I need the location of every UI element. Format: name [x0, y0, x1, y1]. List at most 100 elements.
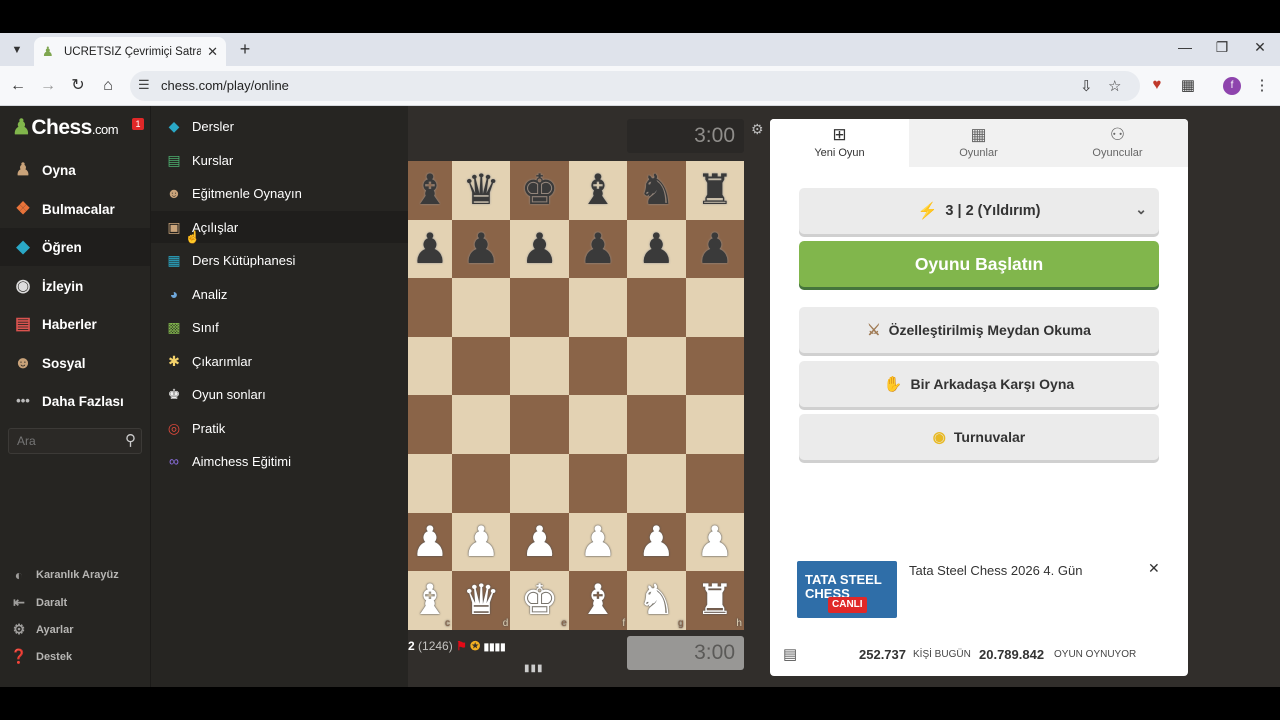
chat-icon[interactable]: ▤: [783, 645, 797, 663]
player-name[interactable]: 2: [408, 639, 415, 653]
collapse-button[interactable]: ⇤ Daralt: [10, 594, 67, 611]
square-black-pawn[interactable]: ♟: [627, 219, 686, 279]
menu-item-library[interactable]: ▦ Ders Kütüphanesi: [151, 244, 409, 276]
close-icon[interactable]: ✕: [1148, 560, 1160, 577]
tab-search-icon[interactable]: ▼: [6, 39, 28, 61]
nav-item-news[interactable]: ▤ Haberler: [0, 305, 150, 343]
nav-item-watch[interactable]: ◉ İzleyin: [0, 267, 150, 305]
install-app-icon[interactable]: ⇩: [1080, 77, 1093, 95]
chess-board[interactable]: ♝ ♛ ♚ ♝ ♞ ♜ ♟ ♟ ♟ ♟ ♟ ♟ ♟ ♟ ♟ ♟ ♟ ♟ ♝ c …: [408, 161, 744, 630]
empty-square[interactable]: [627, 395, 686, 454]
nav-item-more[interactable]: ••• Daha Fazlası: [0, 382, 150, 420]
square-white-knight[interactable]: ♞ g: [627, 571, 686, 630]
reload-icon[interactable]: ↻: [68, 76, 88, 96]
restore-icon[interactable]: ❐: [1210, 39, 1234, 56]
empty-square[interactable]: [451, 395, 511, 454]
notification-badge[interactable]: 1: [132, 118, 144, 130]
bookmark-star-icon[interactable]: ☆: [1108, 77, 1121, 95]
nav-item-learn[interactable]: ◆ Öğren: [0, 228, 150, 266]
menu-item-practice[interactable]: ◎ Pratik: [151, 412, 409, 444]
start-game-button[interactable]: Oyunu Başlatın: [799, 241, 1159, 287]
menu-item-courses[interactable]: ▤ Kurslar: [151, 144, 409, 176]
square-white-rook[interactable]: ♜ h: [685, 571, 744, 630]
square-black-pawn[interactable]: ♟: [568, 219, 628, 279]
empty-square[interactable]: [685, 278, 744, 337]
nav-item-social[interactable]: ☻ Sosyal: [0, 344, 150, 382]
square-black-pawn[interactable]: ♟: [685, 219, 744, 279]
square-white-bishop[interactable]: ♝ f: [568, 571, 628, 630]
empty-square[interactable]: [627, 278, 686, 337]
menu-item-aimchess[interactable]: ∞ Aimchess Eğitimi: [151, 445, 409, 477]
empty-square[interactable]: [408, 395, 452, 454]
empty-square[interactable]: [408, 453, 452, 513]
empty-square[interactable]: [568, 453, 628, 513]
news-thumbnail[interactable]: TATA STEEL CHESS CANLI: [797, 561, 897, 618]
square-white-pawn[interactable]: ♟: [451, 512, 511, 572]
home-icon[interactable]: ⌂: [98, 76, 118, 96]
square-black-rook[interactable]: ♜: [685, 161, 744, 220]
extension-shield-icon[interactable]: ♥: [1147, 76, 1167, 93]
extensions-icon[interactable]: ▦: [1178, 76, 1198, 94]
square-white-bishop[interactable]: ♝ c: [408, 571, 452, 630]
search-icon[interactable]: ⚲: [125, 431, 136, 449]
news-title[interactable]: Tata Steel Chess 2026 4. Gün: [909, 563, 1082, 578]
empty-square[interactable]: [510, 395, 569, 454]
square-black-pawn[interactable]: ♟: [510, 219, 569, 279]
play-friend-button[interactable]: ✋ Bir Arkadaşa Karşı Oyna: [799, 361, 1159, 407]
site-info-icon[interactable]: ☰: [138, 77, 150, 93]
empty-square[interactable]: [451, 453, 511, 513]
square-black-bishop[interactable]: ♝: [568, 161, 628, 220]
menu-item-coach[interactable]: ☻ Eğitmenle Oynayın: [151, 177, 409, 209]
empty-square[interactable]: [451, 336, 511, 396]
square-white-pawn[interactable]: ♟: [408, 512, 452, 572]
empty-square[interactable]: [627, 336, 686, 396]
square-white-pawn[interactable]: ♟: [627, 512, 686, 572]
close-window-icon[interactable]: ✕: [1248, 39, 1272, 56]
menu-item-classroom[interactable]: ▩ Sınıf: [151, 311, 409, 343]
tab-new-game[interactable]: ⊞ Yeni Oyun: [770, 119, 909, 167]
square-black-knight[interactable]: ♞: [627, 161, 686, 220]
square-white-pawn[interactable]: ♟: [685, 512, 744, 572]
menu-item-insights[interactable]: ✱ Çıkarımlar: [151, 345, 409, 377]
empty-square[interactable]: [510, 278, 569, 337]
empty-square[interactable]: [685, 395, 744, 454]
search-input[interactable]: [9, 429, 113, 453]
empty-square[interactable]: [451, 278, 511, 337]
square-black-pawn[interactable]: ♟: [451, 219, 511, 279]
square-black-queen[interactable]: ♛: [451, 161, 511, 220]
browser-menu-icon[interactable]: ⋮: [1252, 76, 1272, 94]
profile-avatar[interactable]: f: [1223, 77, 1241, 95]
square-white-pawn[interactable]: ♟: [568, 512, 628, 572]
new-tab-icon[interactable]: +: [234, 39, 256, 61]
square-black-king[interactable]: ♚: [510, 161, 569, 220]
empty-square[interactable]: [685, 336, 744, 396]
settings-link[interactable]: ⚙ Ayarlar: [10, 621, 74, 638]
tab-players[interactable]: ⚇ Oyuncular: [1048, 119, 1187, 167]
nav-item-play[interactable]: ♟ Oyna: [0, 151, 150, 189]
chess-logo[interactable]: ♟Chess.com: [12, 115, 119, 140]
search-box[interactable]: ⚲: [8, 428, 142, 454]
empty-square[interactable]: [627, 453, 686, 513]
minimize-icon[interactable]: —: [1173, 39, 1197, 55]
forward-icon[interactable]: →: [38, 76, 58, 96]
empty-square[interactable]: [510, 453, 569, 513]
menu-item-lessons[interactable]: ◆ Dersler: [151, 110, 409, 142]
empty-square[interactable]: [568, 395, 628, 454]
time-control-select[interactable]: ⚡ 3 | 2 (Yıldırım) ⌄: [799, 188, 1159, 234]
empty-square[interactable]: [685, 453, 744, 513]
browser-tab[interactable]: ♟ ÜCRETSİZ Çevrimiçi Satranç Oy ✕: [34, 37, 226, 66]
nav-item-puzzles[interactable]: ❖ Bulmacalar: [0, 190, 150, 228]
empty-square[interactable]: [408, 278, 452, 337]
menu-item-analysis[interactable]: ◕ Analiz: [151, 278, 409, 310]
square-white-pawn[interactable]: ♟: [510, 512, 569, 572]
empty-square[interactable]: [568, 278, 628, 337]
square-black-bishop[interactable]: ♝: [408, 161, 452, 220]
empty-square[interactable]: [408, 336, 452, 396]
square-white-king[interactable]: ♚ e: [510, 571, 569, 630]
custom-challenge-button[interactable]: ⚔ Özelleştirilmiş Meydan Okuma: [799, 307, 1159, 353]
menu-item-endgames[interactable]: ♚ Oyun sonları: [151, 378, 409, 410]
url-bar[interactable]: ☰ chess.com/play/online ⇩ ☆: [130, 71, 1140, 101]
back-icon[interactable]: ←: [8, 76, 28, 96]
board-settings-icon[interactable]: ⚙: [751, 121, 764, 138]
close-tab-icon[interactable]: ✕: [207, 44, 218, 60]
